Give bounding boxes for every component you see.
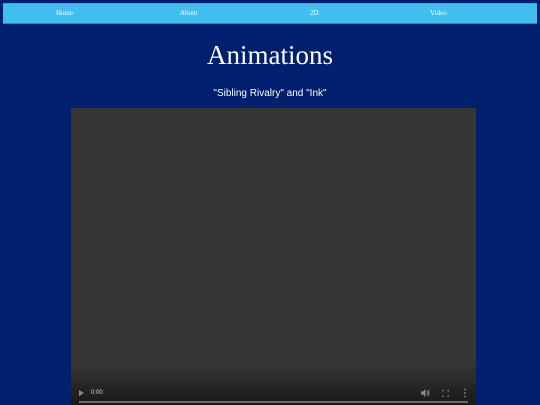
video-progress-bar[interactable] <box>79 401 468 403</box>
video-time-display: 0:00 <box>91 390 103 396</box>
more-vertical-icon[interactable] <box>463 388 467 398</box>
page-title: Animations <box>207 40 333 70</box>
video-controls-gradient <box>71 365 476 405</box>
play-icon[interactable] <box>79 390 84 396</box>
nav-link-video[interactable]: Video <box>430 4 447 25</box>
nav-link-home[interactable]: Home <box>56 4 73 25</box>
navbar: Home About 2D Video <box>3 3 537 24</box>
nav-link-about[interactable]: About <box>180 4 198 25</box>
fullscreen-icon[interactable] <box>442 390 449 397</box>
nav-link-2d[interactable]: 2D <box>310 4 319 25</box>
video-player[interactable]: 0:00 <box>71 108 476 405</box>
volume-icon[interactable] <box>421 388 430 398</box>
page-subtitle: "Sibling Rivalry" and "Ink" <box>213 88 327 99</box>
